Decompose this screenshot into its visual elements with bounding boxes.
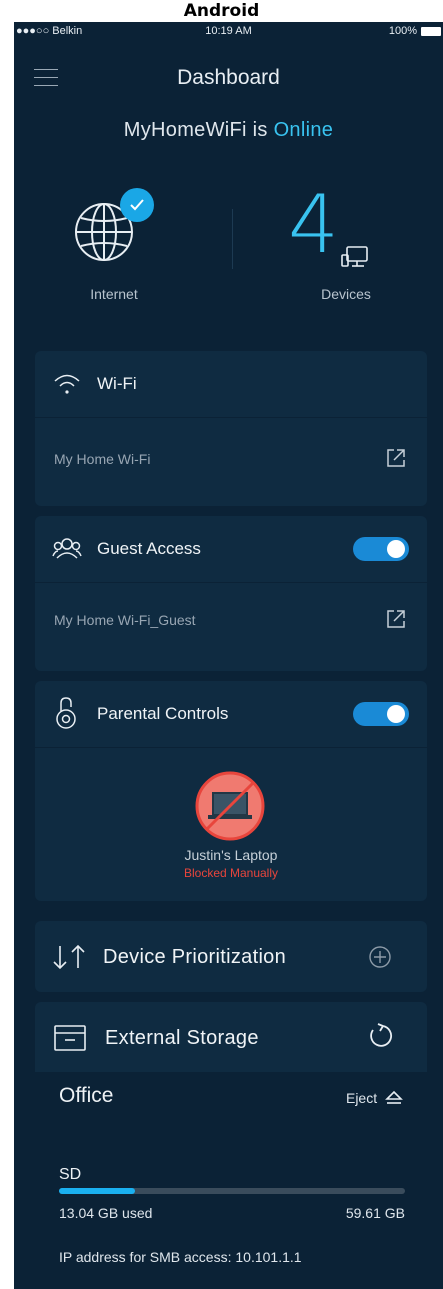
blocked-laptop-icon[interactable] bbox=[195, 771, 265, 841]
device-prioritization-card[interactable]: Device Prioritization bbox=[35, 921, 427, 992]
status-time: 10:19 AM bbox=[205, 25, 252, 37]
sort-arrows-icon bbox=[53, 944, 85, 970]
guest-access-toggle[interactable] bbox=[353, 537, 409, 561]
storage-used: 13.04 GB used bbox=[59, 1205, 153, 1221]
phone-screen: ●●●○○ Belkin 10:19 AM 100% Dashboard MyH… bbox=[14, 22, 443, 1289]
drive-label: SD bbox=[59, 1166, 82, 1183]
battery-percent: 100% bbox=[388, 25, 417, 37]
wifi-icon bbox=[54, 374, 80, 394]
parental-controls-card[interactable]: Parental Controls Justin's Laptop Blocke… bbox=[35, 681, 427, 901]
network-status: Online bbox=[273, 119, 334, 141]
storage-body: Office Eject SD 13.04 GB used 59.61 GB I… bbox=[35, 1072, 427, 1289]
storage-usage-fill bbox=[59, 1188, 135, 1194]
guest-title: Guest Access bbox=[97, 539, 201, 558]
guest-access-card[interactable]: Guest Access My Home Wi-Fi_Guest bbox=[35, 516, 427, 671]
storage-title: External Storage bbox=[105, 1027, 259, 1049]
prioritization-title: Device Prioritization bbox=[103, 946, 287, 968]
wifi-card-header: Wi-Fi bbox=[35, 351, 427, 418]
guest-icon bbox=[52, 538, 82, 559]
parental-card-header: Parental Controls bbox=[35, 681, 427, 748]
status-bar: ●●●○○ Belkin 10:19 AM 100% bbox=[14, 22, 443, 42]
network-status-line: MyHomeWiFi is Online bbox=[14, 119, 443, 142]
vertical-divider bbox=[232, 209, 233, 269]
battery-icon bbox=[421, 27, 441, 36]
smb-address: IP address for SMB access: 10.101.1.1 bbox=[59, 1249, 302, 1265]
parental-controls-toggle[interactable] bbox=[353, 702, 409, 726]
blocked-device-status: Blocked Manually bbox=[183, 866, 279, 880]
external-link-icon[interactable] bbox=[385, 447, 407, 469]
external-storage-card[interactable]: External Storage Office Eject SD 13.04 G bbox=[35, 1002, 427, 1289]
add-icon[interactable] bbox=[369, 946, 391, 968]
blocked-device-name: Justin's Laptop bbox=[184, 847, 278, 863]
storage-usage-bar bbox=[59, 1188, 405, 1194]
devices-icon bbox=[341, 246, 368, 267]
network-status-connector: is bbox=[252, 119, 268, 141]
external-link-icon[interactable] bbox=[385, 608, 407, 630]
wifi-network-name: My Home Wi-Fi bbox=[54, 451, 151, 467]
wifi-card[interactable]: Wi-Fi My Home Wi-Fi bbox=[35, 351, 427, 506]
eject-button[interactable]: Eject bbox=[346, 1090, 403, 1106]
storage-total: 59.61 GB bbox=[345, 1205, 405, 1221]
refresh-icon[interactable] bbox=[367, 1022, 393, 1050]
eject-label: Eject bbox=[345, 1090, 378, 1106]
storage-icon bbox=[54, 1025, 86, 1051]
network-name: MyHomeWiFi bbox=[123, 119, 247, 141]
page-title: Dashboard bbox=[177, 66, 280, 89]
toggle-knob bbox=[387, 540, 405, 558]
storage-location: Office bbox=[59, 1084, 114, 1107]
toggle-knob bbox=[387, 705, 405, 723]
internet-label: Internet bbox=[90, 286, 138, 302]
devices-label: Devices bbox=[321, 286, 371, 302]
lock-icon bbox=[56, 697, 76, 729]
parental-title: Parental Controls bbox=[97, 704, 229, 723]
platform-label: Android bbox=[183, 1, 260, 21]
guest-network-name: My Home Wi-Fi_Guest bbox=[54, 612, 196, 628]
wifi-title: Wi-Fi bbox=[97, 374, 137, 393]
check-badge-icon bbox=[120, 188, 154, 222]
guest-card-header: Guest Access bbox=[35, 516, 427, 583]
device-count[interactable]: 4 bbox=[288, 180, 339, 270]
eject-icon bbox=[385, 1090, 403, 1104]
